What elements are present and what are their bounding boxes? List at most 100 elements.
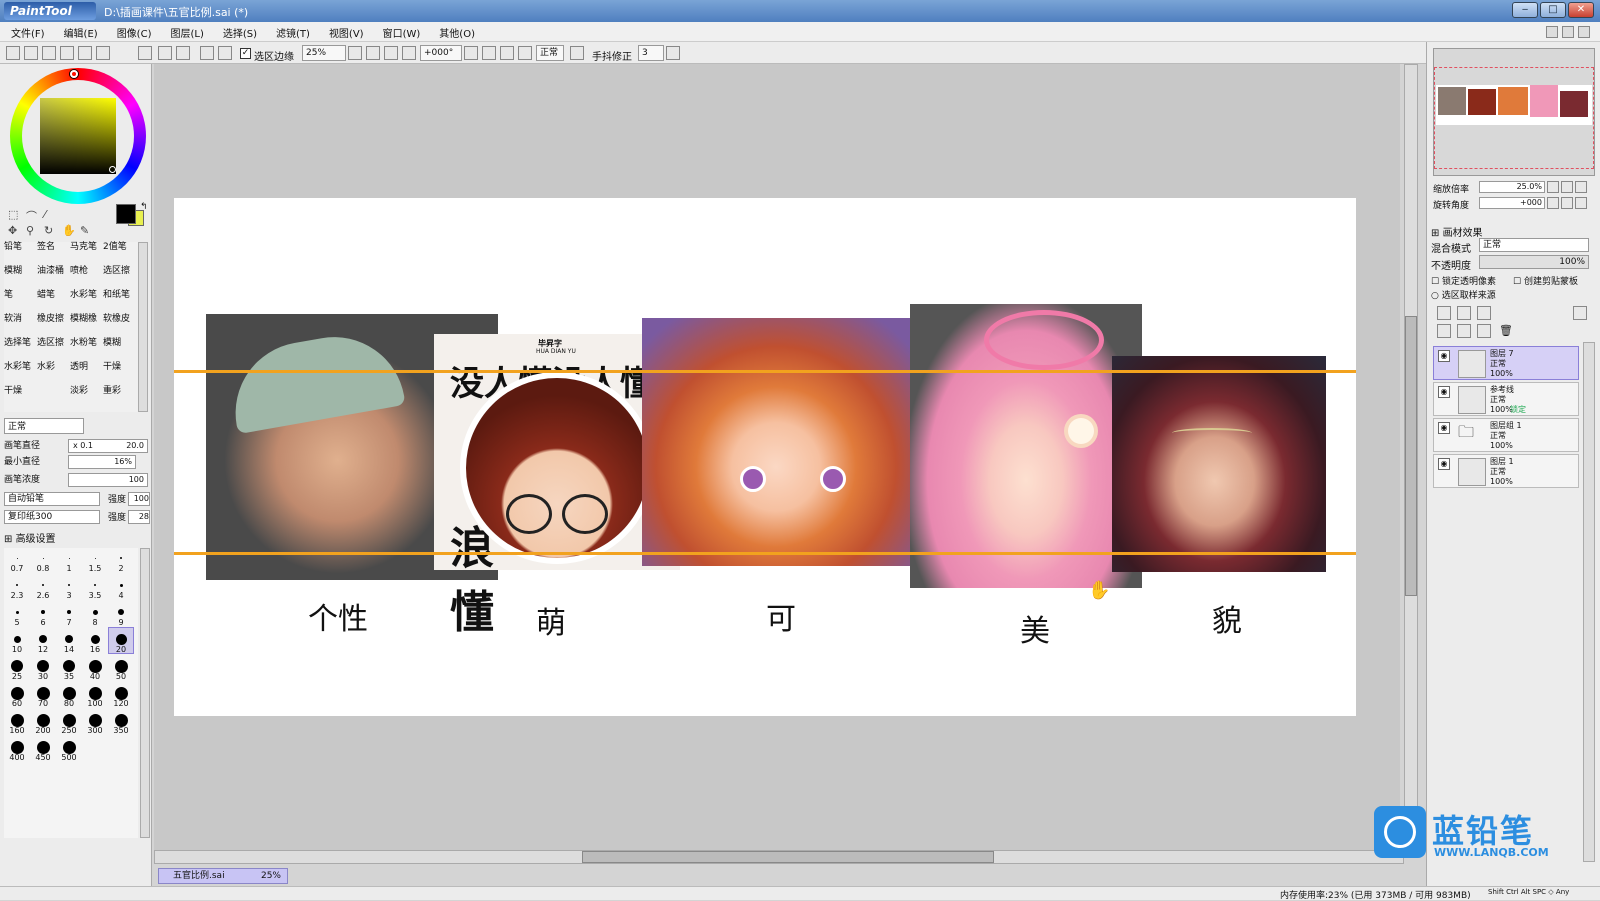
zoom-dropdown-icon[interactable] — [348, 46, 362, 60]
brush-size-dot[interactable] — [42, 584, 44, 586]
brush-size-slider[interactable]: x 0.1 20.0 — [68, 439, 148, 453]
doc-close-button[interactable] — [1578, 26, 1590, 38]
brush-slot[interactable]: 橡皮擦 — [37, 314, 70, 340]
layer-blend-select[interactable]: 正常 — [1479, 238, 1589, 252]
brush-size-dot[interactable] — [94, 584, 96, 586]
brush-size-dot[interactable] — [62, 740, 76, 754]
deselect-icon[interactable] — [200, 46, 214, 60]
blend-mode-select[interactable]: 正常 — [536, 45, 564, 61]
reference-image-pretty[interactable] — [1112, 356, 1326, 572]
brush-slot[interactable]: 干燥 — [4, 386, 37, 412]
brush-slot[interactable] — [37, 386, 70, 412]
menu-filter[interactable]: 滤镜(T) — [265, 22, 318, 40]
rotate-tool-icon[interactable]: ↻ — [44, 224, 53, 237]
brush-slot[interactable]: 水彩笔 — [4, 362, 37, 388]
magic-wand-icon[interactable]: ⁄ — [44, 208, 46, 221]
brush-slot[interactable]: 签名 — [37, 242, 70, 268]
document-tab[interactable]: 五官比例.sai 25% — [158, 868, 288, 884]
canvas-vertical-thumb[interactable] — [1405, 316, 1417, 596]
brush-slot[interactable]: 模糊 — [103, 338, 136, 364]
rotate-dropdown-icon[interactable] — [464, 46, 478, 60]
brush-size-dot[interactable] — [65, 635, 73, 643]
menu-other[interactable]: 其他(O) — [428, 22, 483, 40]
nav-zoom-slider[interactable]: 25.0% — [1479, 181, 1545, 193]
brush-size-dot[interactable] — [41, 610, 45, 614]
brush-slot[interactable]: 重彩 — [103, 386, 136, 412]
brush-slot[interactable]: 水彩 — [37, 362, 70, 388]
selection-edge-checkbox[interactable]: ✓ — [240, 48, 251, 59]
brush-size-dot[interactable] — [119, 583, 123, 587]
menu-file[interactable]: 文件(F) — [0, 22, 53, 40]
brush-size-dot[interactable] — [36, 740, 50, 754]
texture-preset-select[interactable]: 复印纸300 — [4, 510, 100, 524]
panel-menu-icon[interactable] — [138, 46, 152, 60]
minimize-button[interactable]: ‒ — [1512, 2, 1538, 18]
brush-size-dot[interactable] — [63, 660, 75, 672]
brush-size-dot[interactable] — [115, 633, 127, 645]
brush-size-dot[interactable] — [114, 686, 128, 700]
undo-icon[interactable] — [158, 46, 172, 60]
rgb-slider-toggle-icon[interactable] — [24, 46, 38, 60]
zoom-reset-icon[interactable] — [402, 46, 416, 60]
nav-rotate-reset-icon[interactable] — [1575, 197, 1587, 209]
hue-handle[interactable] — [70, 70, 78, 78]
new-layer-icon[interactable] — [1437, 306, 1451, 320]
lasso-icon[interactable]: ⌒ — [26, 208, 37, 224]
brush-slot[interactable]: 2值笔 — [103, 242, 136, 268]
brush-size-dot[interactable] — [88, 686, 102, 700]
brush-size-dot[interactable] — [42, 557, 44, 559]
zoom-in-icon[interactable] — [384, 46, 398, 60]
brush-slot[interactable]: 铅笔 — [4, 242, 37, 268]
menu-window[interactable]: 窗口(W) — [372, 22, 429, 40]
menu-layer[interactable]: 图层(L) — [159, 22, 211, 40]
shape-preset-select[interactable]: 自动铅笔 — [4, 492, 100, 506]
brush-size-dot[interactable] — [90, 634, 100, 644]
layer-list-scrollbar[interactable] — [1583, 342, 1595, 862]
brush-slot[interactable]: 模糊 — [4, 266, 37, 292]
new-linework-layer-icon[interactable] — [1457, 306, 1471, 320]
visibility-eye-icon[interactable]: ◉ — [1438, 458, 1450, 470]
new-folder-icon[interactable] — [1477, 306, 1491, 320]
layer-row[interactable]: ◉ 图层 7 正常 100% — [1433, 346, 1579, 380]
brush-slot[interactable]: 选区擦 — [37, 338, 70, 364]
layer-row[interactable]: ◉ 参考线 正常 100% 锁定 — [1433, 382, 1579, 416]
brush-size-dot[interactable] — [118, 609, 124, 615]
visibility-eye-icon[interactable]: ◉ — [1438, 350, 1450, 362]
nav-zoom-in-icon[interactable] — [1561, 181, 1573, 193]
clear-layer-icon[interactable] — [1477, 324, 1491, 338]
brush-slot[interactable]: 干燥 — [103, 362, 136, 388]
brush-size-dot[interactable] — [94, 557, 96, 559]
mixer-toggle-icon[interactable] — [78, 46, 92, 60]
visibility-eye-icon[interactable]: ◉ — [1438, 386, 1450, 398]
close-button[interactable]: ✕ — [1568, 2, 1594, 18]
rotation-select[interactable]: +000° — [420, 45, 462, 61]
brush-size-dot[interactable] — [36, 686, 50, 700]
doc-minimize-button[interactable] — [1546, 26, 1558, 38]
brush-grid-scrollbar[interactable] — [138, 242, 148, 412]
brush-size-dot[interactable] — [37, 660, 49, 672]
brush-size-dot[interactable] — [120, 557, 122, 559]
visibility-eye-icon[interactable]: ◉ — [1438, 422, 1450, 434]
flip-icon[interactable] — [570, 46, 584, 60]
brush-slot[interactable]: 软橡皮 — [103, 314, 136, 340]
color-wheel-toggle-icon[interactable] — [6, 46, 20, 60]
nav-angle-slider[interactable]: +000 — [1479, 197, 1545, 209]
rotate-reset-icon[interactable] — [518, 46, 532, 60]
stabilizer-select[interactable]: 3 — [638, 45, 664, 61]
brush-slot[interactable]: 蜡笔 — [37, 290, 70, 316]
swatch-toggle-icon[interactable] — [60, 46, 74, 60]
navigator-preview[interactable] — [1433, 48, 1595, 176]
menu-view[interactable]: 视图(V) — [318, 22, 372, 40]
eyedropper-icon[interactable]: ✎ — [80, 224, 89, 237]
brush-slot[interactable]: 马克笔 — [70, 242, 103, 268]
menu-edit[interactable]: 编辑(E) — [53, 22, 106, 40]
merge-down-icon[interactable] — [1437, 324, 1451, 338]
density-slider[interactable]: 100 — [68, 473, 148, 487]
brush-slot[interactable]: 水粉笔 — [70, 338, 103, 364]
brush-mode-select[interactable]: 正常 — [4, 418, 84, 434]
lock-alpha-checkbox[interactable]: ☐ 锁定透明像素 — [1431, 274, 1496, 287]
brush-size-dot[interactable] — [62, 686, 76, 700]
move-icon[interactable]: ✥ — [8, 224, 17, 237]
layer-row[interactable]: ◉ 🗀 图层组 1 正常 100% — [1433, 418, 1579, 452]
brush-slot[interactable]: 笔 — [4, 290, 37, 316]
